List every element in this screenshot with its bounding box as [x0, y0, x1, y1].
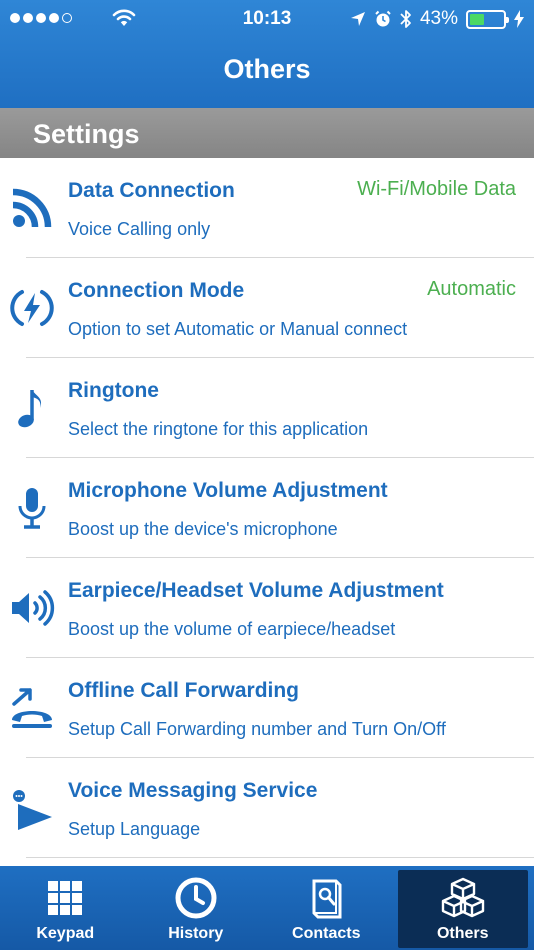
- setting-label: Voice Messaging Service: [68, 779, 318, 802]
- bluetooth-icon: [400, 10, 411, 28]
- settings-list: Data Connection Wi-Fi/Mobile Data Voice …: [0, 158, 534, 866]
- tab-label: History: [168, 925, 224, 942]
- battery-icon: [466, 9, 509, 29]
- setting-description: Option to set Automatic or Manual connec…: [68, 319, 408, 339]
- call-forward-icon: [12, 688, 52, 728]
- setting-description: Setup Call Forwarding number and Turn On…: [68, 719, 446, 739]
- battery-fill: [470, 13, 484, 25]
- setting-label: Microphone Volume Adjustment: [68, 479, 388, 502]
- location-arrow-icon: [350, 12, 365, 26]
- settings-item-data-connection[interactable]: Data Connection Wi-Fi/Mobile Data Voice …: [0, 158, 534, 258]
- charging-bolt-icon: [514, 10, 524, 28]
- tab-label: Keypad: [36, 925, 95, 942]
- setting-description: Boost up the device's microphone: [68, 519, 338, 539]
- settings-item-connection-mode[interactable]: Connection Mode Automatic Option to set …: [0, 258, 534, 358]
- setting-label: Data Connection: [68, 179, 235, 202]
- tab-others[interactable]: Others: [397, 870, 528, 948]
- setting-label: Connection Mode: [68, 279, 245, 302]
- tab-label: Others: [436, 925, 489, 942]
- tab-label: Contacts: [292, 925, 361, 942]
- setting-label: Offline Call Forwarding: [68, 679, 300, 702]
- settings-item-microphone-volume[interactable]: Microphone Volume Adjustment Boost up th…: [0, 458, 534, 558]
- speaker-volume-icon: [12, 590, 55, 626]
- section-header-settings: Settings: [0, 108, 534, 158]
- setting-value: Automatic: [427, 278, 516, 300]
- alarm-icon: [375, 10, 391, 27]
- tab-bar: Keypad History Contacts Others: [0, 866, 534, 950]
- tab-contacts[interactable]: Contacts: [261, 866, 392, 950]
- voice-message-icon: [13, 790, 52, 830]
- setting-description: Boost up the volume of earpiece/headset: [68, 619, 396, 639]
- setting-description: Setup Language: [68, 819, 201, 839]
- header-bar: 10:13 43% Others: [0, 0, 534, 108]
- setting-description: Select the ringtone for this application: [68, 419, 369, 439]
- status-bar: 10:13 43%: [0, 0, 534, 38]
- tab-history[interactable]: History: [131, 866, 262, 950]
- setting-description: Voice Calling only: [68, 219, 211, 239]
- cubes-icon: [441, 877, 484, 918]
- setting-label: Ringtone: [68, 379, 159, 402]
- page-title: Others: [223, 54, 311, 84]
- keypad-icon: [48, 881, 83, 915]
- setting-value: Wi-Fi/Mobile Data: [357, 178, 516, 200]
- settings-item-ringtone[interactable]: Ringtone Select the ringtone for this ap…: [0, 358, 534, 458]
- settings-item-voice-messaging[interactable]: Voice Messaging Service Setup Language: [0, 758, 534, 858]
- wifi-signal-icon: [12, 188, 52, 228]
- microphone-icon: [18, 488, 46, 529]
- tab-keypad[interactable]: Keypad: [0, 866, 131, 950]
- settings-item-offline-call-forwarding[interactable]: Offline Call Forwarding Setup Call Forwa…: [0, 658, 534, 758]
- settings-item-earpiece-volume[interactable]: Earpiece/Headset Volume Adjustment Boost…: [0, 558, 534, 658]
- connection-bolt-icon: [10, 290, 54, 326]
- contacts-book-icon: [312, 879, 342, 919]
- setting-label: Earpiece/Headset Volume Adjustment: [68, 579, 444, 602]
- battery-percent: 43%: [419, 8, 458, 29]
- music-note-icon: [18, 390, 42, 428]
- clock-icon: [175, 877, 217, 919]
